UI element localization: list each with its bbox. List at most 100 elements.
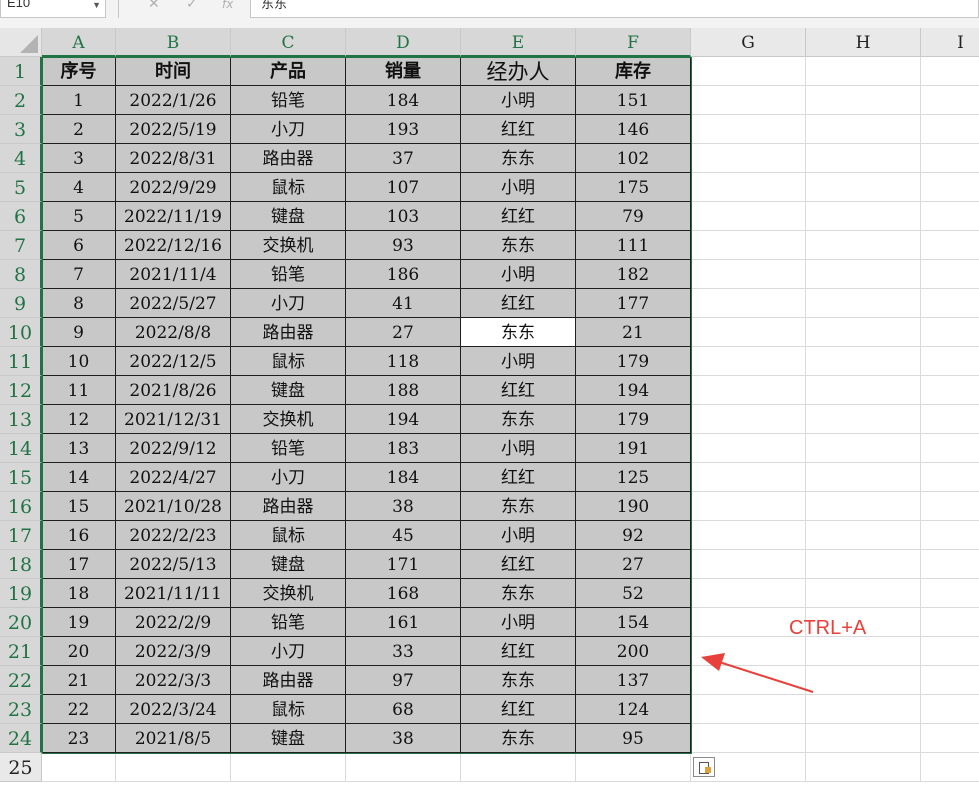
row-header-19[interactable]: 19: [0, 579, 42, 608]
row-header-22[interactable]: 22: [0, 666, 42, 695]
table-cell[interactable]: 161: [346, 608, 461, 637]
select-all-corner[interactable]: [0, 28, 42, 57]
table-cell[interactable]: 103: [346, 202, 461, 231]
table-cell[interactable]: 路由器: [231, 492, 346, 521]
cell[interactable]: [921, 144, 979, 173]
cell[interactable]: [921, 347, 979, 376]
table-cell[interactable]: 小明: [461, 86, 576, 115]
column-header-c[interactable]: C: [231, 28, 346, 57]
cell[interactable]: [691, 231, 806, 260]
table-cell[interactable]: 东东: [461, 666, 576, 695]
table-cell[interactable]: 15: [42, 492, 116, 521]
table-cell[interactable]: 路由器: [231, 318, 346, 347]
table-cell[interactable]: 红红: [461, 376, 576, 405]
table-cell[interactable]: 键盘: [231, 550, 346, 579]
table-cell[interactable]: 194: [576, 376, 691, 405]
column-header-f[interactable]: F: [576, 28, 691, 57]
row-header-17[interactable]: 17: [0, 521, 42, 550]
cell[interactable]: [691, 318, 806, 347]
table-cell[interactable]: 7: [42, 260, 116, 289]
column-header-d[interactable]: D: [346, 28, 461, 57]
cell[interactable]: [806, 550, 921, 579]
row-header-10[interactable]: 10: [0, 318, 42, 347]
cell[interactable]: [921, 492, 979, 521]
table-cell[interactable]: 191: [576, 434, 691, 463]
column-header-i[interactable]: I: [921, 28, 979, 57]
row-header-5[interactable]: 5: [0, 173, 42, 202]
table-cell[interactable]: 铅笔: [231, 608, 346, 637]
table-cell[interactable]: 东东: [461, 405, 576, 434]
table-cell[interactable]: 东东: [461, 231, 576, 260]
table-cell[interactable]: 27: [346, 318, 461, 347]
table-cell[interactable]: 111: [576, 231, 691, 260]
table-cell[interactable]: 红红: [461, 463, 576, 492]
cell[interactable]: [461, 753, 576, 782]
row-header-13[interactable]: 13: [0, 405, 42, 434]
table-cell[interactable]: 188: [346, 376, 461, 405]
cell[interactable]: [42, 753, 116, 782]
function-icon[interactable]: fx: [222, 0, 233, 11]
cell[interactable]: [921, 231, 979, 260]
cell[interactable]: [806, 405, 921, 434]
table-cell[interactable]: 2022/5/19: [116, 115, 231, 144]
table-cell[interactable]: 2021/8/26: [116, 376, 231, 405]
table-cell[interactable]: 92: [576, 521, 691, 550]
table-cell[interactable]: 23: [42, 724, 116, 753]
column-header-b[interactable]: B: [116, 28, 231, 57]
cell[interactable]: [691, 579, 806, 608]
table-cell[interactable]: 小刀: [231, 637, 346, 666]
table-cell[interactable]: 124: [576, 695, 691, 724]
cell[interactable]: [806, 57, 921, 86]
table-cell[interactable]: 东东: [461, 144, 576, 173]
cell[interactable]: [691, 260, 806, 289]
table-cell[interactable]: 13: [42, 434, 116, 463]
cell[interactable]: [921, 753, 979, 782]
table-cell[interactable]: 18: [42, 579, 116, 608]
table-cell[interactable]: 红红: [461, 637, 576, 666]
cell[interactable]: [116, 753, 231, 782]
table-cell[interactable]: 红红: [461, 115, 576, 144]
row-header-23[interactable]: 23: [0, 695, 42, 724]
table-header-cell[interactable]: 序号: [42, 57, 116, 86]
table-cell[interactable]: 小明: [461, 173, 576, 202]
cell[interactable]: [691, 289, 806, 318]
table-cell[interactable]: 键盘: [231, 202, 346, 231]
table-cell[interactable]: 125: [576, 463, 691, 492]
row-header-8[interactable]: 8: [0, 260, 42, 289]
table-cell[interactable]: 38: [346, 724, 461, 753]
table-cell[interactable]: 97: [346, 666, 461, 695]
cell[interactable]: [921, 260, 979, 289]
table-cell[interactable]: 鼠标: [231, 347, 346, 376]
table-header-cell[interactable]: 库存: [576, 57, 691, 86]
table-cell[interactable]: 146: [576, 115, 691, 144]
cell[interactable]: [921, 463, 979, 492]
table-cell[interactable]: 小刀: [231, 115, 346, 144]
row-header-21[interactable]: 21: [0, 637, 42, 666]
table-cell[interactable]: 22: [42, 695, 116, 724]
table-cell[interactable]: 9: [42, 318, 116, 347]
cell[interactable]: [806, 144, 921, 173]
formula-input[interactable]: 东东: [250, 0, 979, 18]
table-cell[interactable]: 小刀: [231, 289, 346, 318]
table-cell[interactable]: 小明: [461, 347, 576, 376]
table-cell[interactable]: 200: [576, 637, 691, 666]
table-cell[interactable]: 179: [576, 347, 691, 376]
cell[interactable]: [691, 86, 806, 115]
cell[interactable]: [921, 202, 979, 231]
table-cell[interactable]: 5: [42, 202, 116, 231]
cell[interactable]: [691, 57, 806, 86]
cell[interactable]: [921, 405, 979, 434]
table-cell[interactable]: 小明: [461, 434, 576, 463]
cell[interactable]: [691, 463, 806, 492]
cell[interactable]: [806, 521, 921, 550]
table-cell[interactable]: 154: [576, 608, 691, 637]
table-cell[interactable]: 12: [42, 405, 116, 434]
table-cell[interactable]: 2021/12/31: [116, 405, 231, 434]
cell[interactable]: [346, 753, 461, 782]
table-cell[interactable]: 小明: [461, 608, 576, 637]
table-cell[interactable]: 交换机: [231, 579, 346, 608]
cell[interactable]: [921, 724, 979, 753]
cell[interactable]: [921, 637, 979, 666]
table-cell[interactable]: 93: [346, 231, 461, 260]
table-cell[interactable]: 键盘: [231, 724, 346, 753]
